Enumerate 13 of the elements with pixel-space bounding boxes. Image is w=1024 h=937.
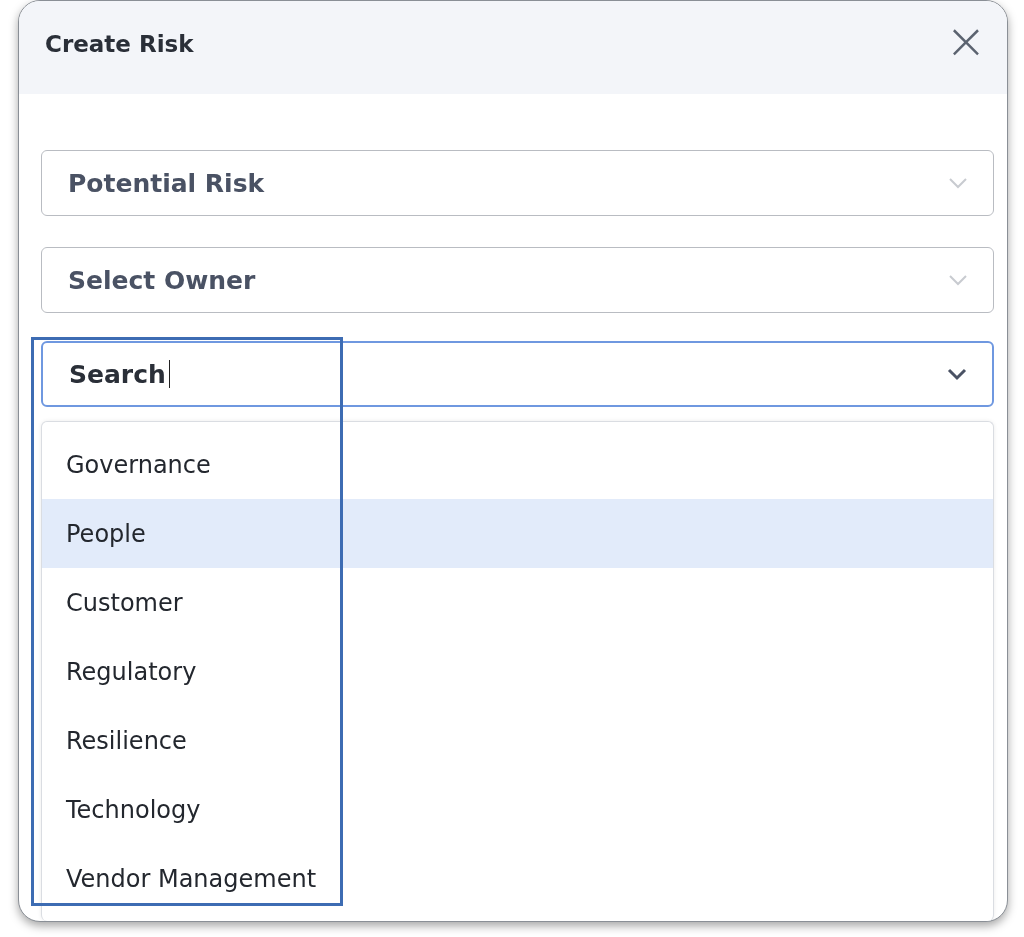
dropdown-option[interactable]: Vendor Management — [42, 844, 993, 913]
search-field[interactable]: Search — [41, 341, 994, 407]
dropdown-option[interactable]: Customer — [42, 568, 993, 637]
dropdown-option[interactable]: Regulatory — [42, 637, 993, 706]
select-field[interactable]: Potential Risk — [41, 150, 994, 216]
dropdown-option[interactable]: Technology — [42, 775, 993, 844]
close-button[interactable]: × — [941, 15, 991, 66]
dropdown-option[interactable]: People — [42, 499, 993, 568]
dropdown-option[interactable]: Governance — [42, 430, 993, 499]
dropdown-option[interactable]: Resilience — [42, 706, 993, 775]
dialog-title: Create Risk — [45, 30, 194, 57]
text-cursor — [168, 360, 170, 388]
select-field[interactable]: Select Owner — [41, 247, 994, 313]
